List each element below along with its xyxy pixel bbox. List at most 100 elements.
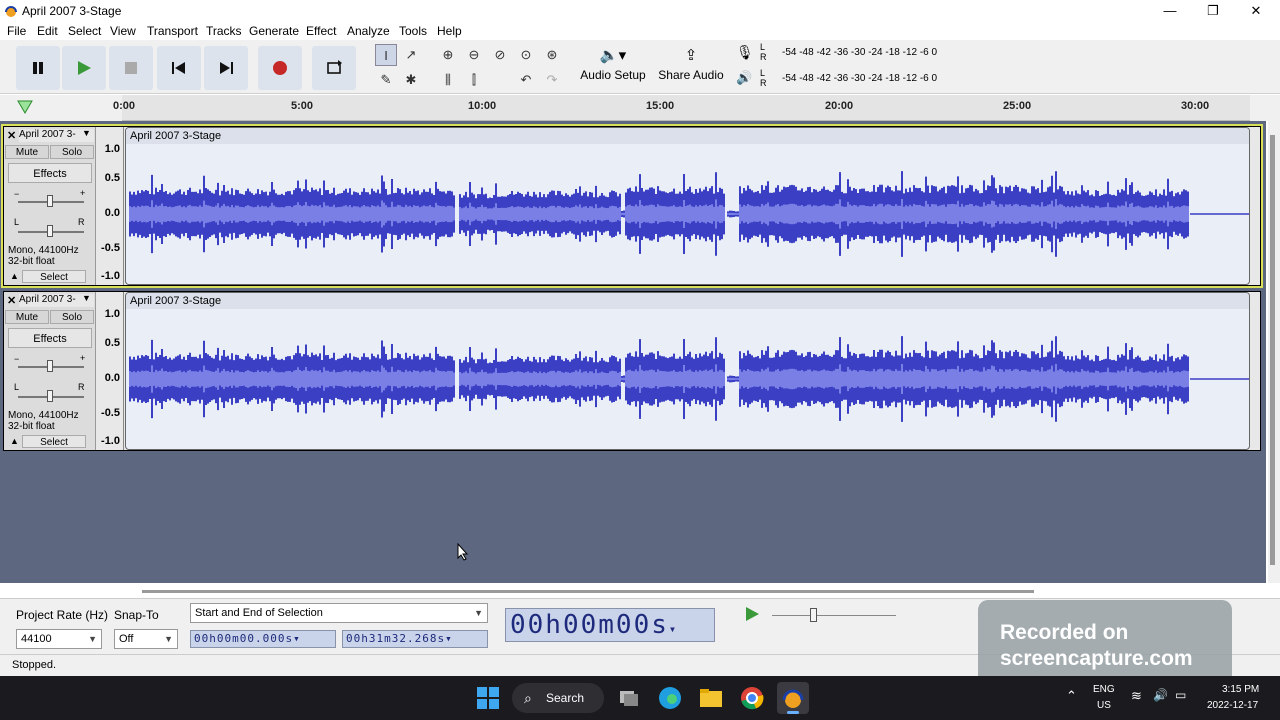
taskbar-search-box[interactable]: ⌕ Search	[512, 683, 604, 713]
tick-label: 30:00	[1181, 100, 1210, 112]
redo-button[interactable]: ↷	[541, 69, 563, 91]
menu-file[interactable]: File	[7, 24, 26, 38]
active-app-indicator	[787, 711, 799, 714]
close-button[interactable]: ✕	[1242, 2, 1270, 20]
waveform[interactable]	[126, 309, 1250, 450]
audio-clip[interactable]: April 2007 3-Stage	[125, 292, 1250, 450]
share-audio-button[interactable]: ⇪ Share Audio	[658, 46, 724, 90]
trim-button[interactable]: ⫼	[437, 69, 459, 91]
track-menu-arrow-icon[interactable]: ▼	[82, 128, 91, 138]
envelope-tool[interactable]: ↗	[400, 44, 422, 66]
track-rate-text: Mono, 44100Hz	[8, 410, 79, 421]
gain-slider-handle[interactable]	[47, 360, 53, 372]
selection-end-time[interactable]: 00h31m32.268s▾	[342, 630, 488, 648]
playback-meter[interactable]: 🔊 L R -54 -48 -42 -36 -30 -24 -18 -12 -6…	[736, 68, 1000, 90]
zoom-in-button[interactable]: ⊕	[437, 44, 459, 66]
menu-tracks[interactable]: Tracks	[206, 24, 242, 38]
speed-slider-handle[interactable]	[810, 608, 817, 622]
undo-button[interactable]: ↶	[515, 69, 537, 91]
play-at-speed	[734, 603, 906, 627]
menu-select[interactable]: Select	[68, 24, 101, 38]
draw-tool[interactable]: ✎	[375, 69, 397, 91]
track-1[interactable]: ✕ April 2007 3- ▼ Mute Solo Effects − + …	[1, 124, 1263, 288]
menu-analyze[interactable]: Analyze	[347, 24, 390, 38]
audacity-taskbar-button[interactable]	[777, 682, 809, 714]
minimize-button[interactable]: —	[1156, 2, 1184, 20]
volume-icon[interactable]: 🔊	[1153, 688, 1168, 702]
mute-button[interactable]: Mute	[5, 145, 49, 159]
clip-name[interactable]: April 2007 3-Stage	[126, 293, 1249, 309]
clock-time[interactable]: 3:15 PM	[1222, 684, 1259, 695]
mute-button[interactable]: Mute	[5, 310, 49, 324]
windows-start-icon[interactable]	[476, 686, 500, 710]
stop-button[interactable]	[109, 46, 153, 90]
select-track-button[interactable]: Select	[22, 270, 86, 283]
menu-view[interactable]: View	[110, 24, 136, 38]
audacity-taskbar-icon	[782, 689, 804, 708]
skip-to-end-button[interactable]	[204, 46, 248, 90]
collapse-arrow-icon[interactable]: ▲	[10, 271, 19, 281]
file-explorer-icon[interactable]	[699, 686, 723, 710]
play-button[interactable]	[62, 46, 106, 90]
audio-clip[interactable]: April 2007 3-Stage	[125, 127, 1250, 285]
record-meter[interactable]: 🎙 L R -54 -48 -42 -36 -30 -24 -18 -12 -6…	[736, 42, 1000, 64]
menu-edit[interactable]: Edit	[37, 24, 58, 38]
loop-button[interactable]	[312, 46, 356, 90]
timeline-options-icon[interactable]	[17, 100, 33, 114]
maximize-button[interactable]: ❐	[1199, 2, 1227, 20]
menu-help[interactable]: Help	[437, 24, 462, 38]
track-2[interactable]: ✕ April 2007 3- ▼ Mute Solo Effects − + …	[3, 291, 1261, 451]
selection-tool[interactable]: I	[375, 44, 397, 66]
pan-slider-handle[interactable]	[47, 225, 53, 237]
project-rate-select[interactable]: 44100 ▼	[16, 629, 102, 649]
select-track-button[interactable]: Select	[22, 435, 86, 448]
waveform[interactable]	[126, 144, 1250, 285]
language-indicator[interactable]: ENG	[1093, 684, 1115, 695]
region-indicator[interactable]: US	[1097, 700, 1111, 711]
gain-slider-handle[interactable]	[47, 195, 53, 207]
track-close-icon[interactable]: ✕	[7, 294, 16, 307]
multi-tool[interactable]: ✱	[400, 69, 422, 91]
fit-project-button[interactable]: ⊙	[515, 44, 537, 66]
play-at-speed-icon[interactable]	[744, 606, 760, 622]
watermark-line1: Recorded on	[1000, 621, 1129, 644]
track-close-icon[interactable]: ✕	[7, 129, 16, 142]
solo-button[interactable]: Solo	[50, 145, 94, 159]
zoom-out-button[interactable]: ⊖	[463, 44, 485, 66]
snap-to-select[interactable]: Off ▼	[114, 629, 178, 649]
clip-name[interactable]: April 2007 3-Stage	[126, 128, 1249, 144]
track-menu-arrow-icon[interactable]: ▼	[82, 293, 91, 303]
clock-date[interactable]: 2022-12-17	[1207, 700, 1258, 711]
effects-button[interactable]: Effects	[8, 328, 92, 348]
chrome-icon[interactable]	[740, 686, 764, 710]
audio-position-display[interactable]: 00h00m00s▾	[505, 608, 715, 642]
time-ruler[interactable]: 0:00 5:00 10:00 15:00 20:00 25:00 30:00	[113, 95, 1250, 121]
effects-button[interactable]: Effects	[8, 163, 92, 183]
selection-mode-select[interactable]: Start and End of Selection ▼	[190, 603, 488, 623]
task-view-icon[interactable]	[617, 686, 641, 710]
zoom-toggle-button[interactable]: ⊛	[541, 44, 563, 66]
collapse-arrow-icon[interactable]: ▲	[10, 436, 19, 446]
edge-browser-icon[interactable]	[658, 686, 682, 710]
tray-overflow-icon[interactable]: ⌃	[1066, 688, 1077, 704]
pause-button[interactable]	[16, 46, 60, 90]
horizontal-scrollbar[interactable]	[142, 590, 1034, 593]
silence-button[interactable]: ⫿	[463, 69, 485, 91]
skip-to-start-button[interactable]	[157, 46, 201, 90]
selection-start-time[interactable]: 00h00m00.000s▾	[190, 630, 336, 648]
record-button[interactable]	[258, 46, 302, 90]
menu-effect[interactable]: Effect	[306, 24, 336, 38]
solo-button[interactable]: Solo	[50, 310, 94, 324]
menu-tools[interactable]: Tools	[399, 24, 427, 38]
fit-selection-icon: ⊘	[494, 47, 506, 62]
wifi-icon[interactable]: ≋	[1131, 688, 1142, 704]
vertical-scroll-thumb[interactable]	[1270, 135, 1275, 565]
menu-transport[interactable]: Transport	[147, 24, 198, 38]
menu-generate[interactable]: Generate	[249, 24, 299, 38]
pan-slider-handle[interactable]	[47, 390, 53, 402]
battery-icon[interactable]: ▭	[1175, 688, 1186, 702]
fit-selection-button[interactable]: ⊘	[489, 44, 511, 66]
speed-slider[interactable]	[772, 615, 896, 616]
audio-setup-button[interactable]: 🔈▾ Audio Setup	[580, 46, 646, 90]
vertical-scrollbar[interactable]	[1268, 121, 1280, 583]
